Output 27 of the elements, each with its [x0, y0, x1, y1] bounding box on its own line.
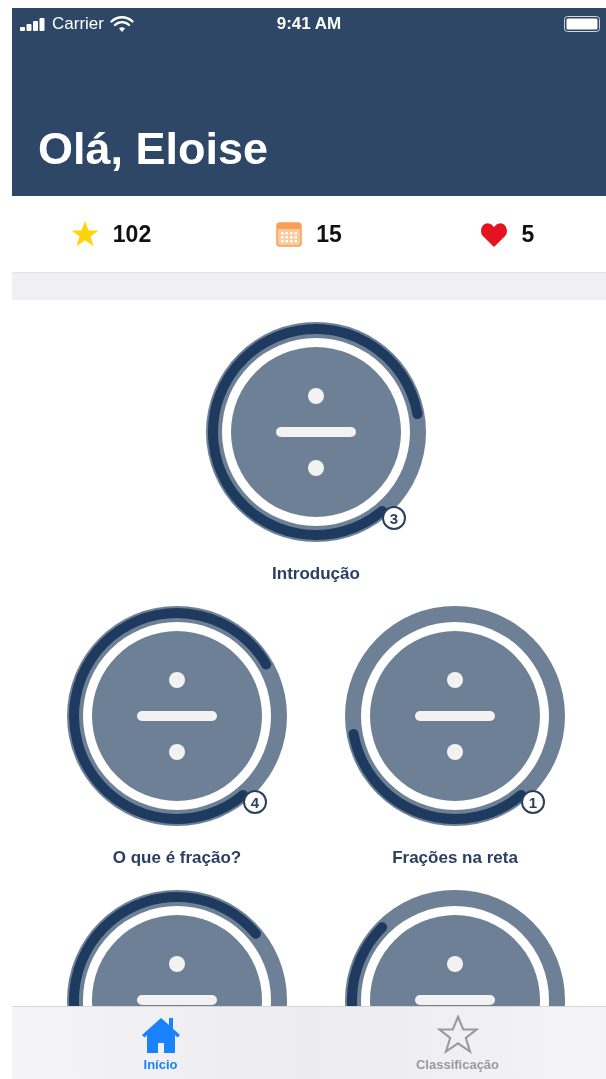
lesson-button[interactable]: 4: [67, 606, 287, 826]
heart-icon: [479, 221, 508, 247]
star-icon: [436, 1015, 479, 1055]
wifi-icon: [109, 15, 134, 33]
lesson-title: Introdução: [272, 564, 360, 584]
calendar-icon: [276, 221, 303, 247]
lesson-title: O que é fração?: [112, 848, 242, 868]
status-time: 9:41 AM: [276, 14, 342, 34]
divide-icon: [276, 388, 356, 476]
lesson-badge: 3: [382, 506, 406, 530]
greeting-title: Olá, Eloise: [38, 126, 269, 171]
divide-icon: [137, 956, 217, 1005]
lesson-badge: 1: [521, 790, 545, 814]
stat-value: 5: [521, 220, 535, 248]
lesson-title: Frações na reta: [392, 848, 518, 868]
divide-icon: [137, 672, 217, 760]
divide-icon: [415, 672, 495, 760]
stat-value: 15: [316, 220, 342, 248]
stat-value: 102: [112, 220, 152, 248]
lesson-badge: 4: [243, 790, 267, 814]
lesson-button[interactable]: 3: [206, 322, 426, 542]
lesson-button[interactable]: 1: [345, 606, 565, 826]
carrier-label: Carrier: [52, 14, 104, 34]
star-icon: [70, 220, 99, 248]
divide-icon: [415, 956, 495, 1005]
battery-icon: [564, 16, 600, 32]
signal-icon: [20, 17, 46, 31]
